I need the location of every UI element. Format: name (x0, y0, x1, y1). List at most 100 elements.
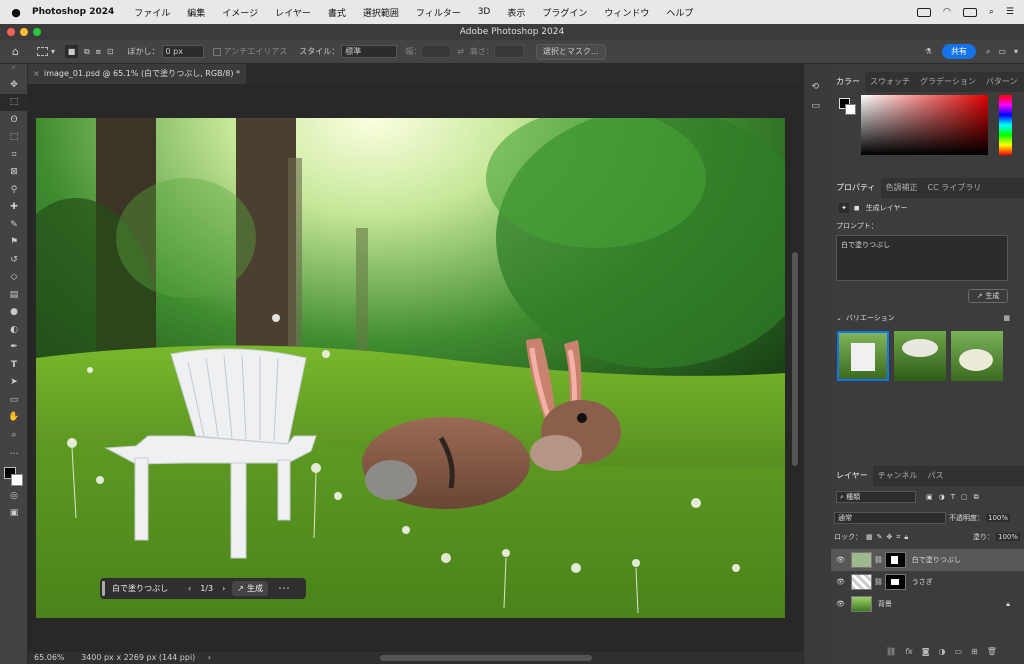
history-icon[interactable]: ⟲ (812, 82, 824, 92)
tab-layers[interactable]: レイヤー (831, 466, 873, 486)
menu-select[interactable]: 選択範囲 (363, 6, 399, 19)
new-group-icon[interactable]: ▭ (954, 647, 962, 656)
minimize-window-button[interactable] (20, 28, 28, 36)
type-tool-icon[interactable]: T (0, 356, 28, 374)
eraser-tool-icon[interactable]: ◇ (0, 269, 28, 287)
lock-position-icon[interactable]: ✥ (887, 533, 893, 541)
layer-row[interactable]: 👁︎ 背景 🔒︎ (831, 593, 1024, 615)
flask-icon[interactable]: ⚗ (925, 47, 932, 56)
filter-adjustment-icon[interactable]: ◑ (939, 493, 945, 501)
gradient-tool-icon[interactable]: ▤ (0, 286, 28, 304)
home-icon[interactable]: ⌂ (12, 45, 19, 58)
prompt-textarea[interactable]: 白で塗りつぶし (836, 235, 1008, 281)
tab-color[interactable]: カラー (831, 72, 865, 92)
horizontal-scrollbar[interactable] (380, 655, 592, 661)
menu-3d[interactable]: 3D (478, 7, 491, 17)
subtract-selection-icon[interactable]: ⧈ (96, 47, 101, 57)
tab-adjustments[interactable]: 色調補正 (881, 178, 923, 198)
layer-row[interactable]: 👁︎ ⛓︎ うさぎ (831, 571, 1024, 593)
fx-icon[interactable]: fx (905, 647, 913, 656)
menu-edit[interactable]: 編集 (187, 6, 205, 19)
filter-pixel-icon[interactable]: ▣ (926, 493, 933, 501)
menu-filter[interactable]: フィルター (416, 6, 461, 19)
visibility-eye-icon[interactable]: 👁︎ (836, 556, 845, 564)
vertical-scrollbar[interactable] (792, 252, 798, 466)
brush-tool-icon[interactable]: ✎ (0, 216, 28, 234)
crop-tool-icon[interactable]: ⌗ (0, 146, 28, 164)
lock-artboard-icon[interactable]: ⌗ (896, 533, 900, 542)
blend-mode-select[interactable]: 通常 (834, 512, 946, 524)
layer-mask-thumbnail[interactable] (884, 574, 906, 590)
battery-icon[interactable] (917, 7, 932, 17)
tab-gradients[interactable]: グラデーション (915, 72, 981, 92)
chevron-down-icon[interactable]: ▾ (51, 47, 55, 56)
healing-brush-tool-icon[interactable]: ✚ (0, 199, 28, 217)
properties-generate-button[interactable]: ↗ 生成 (968, 289, 1008, 303)
keyboard-icon[interactable] (962, 7, 977, 17)
menu-view[interactable]: 表示 (507, 6, 525, 19)
rectangle-tool-icon[interactable]: ▭ (0, 391, 28, 409)
tab-paths[interactable]: パス (923, 466, 949, 486)
tab-patterns[interactable]: パターン (981, 72, 1023, 92)
more-options-button[interactable]: ･･･ (278, 583, 290, 594)
control-center-icon[interactable]: ☰ (1006, 7, 1014, 17)
filter-smart-icon[interactable]: ⧉ (974, 493, 979, 502)
marquee-preset-icon[interactable] (36, 47, 48, 56)
zoom-level[interactable]: 65.06% (34, 653, 65, 662)
opacity-input[interactable]: 100% (986, 514, 1011, 522)
blur-input[interactable]: 0 px (161, 45, 204, 58)
wifi-icon[interactable]: ◠ (943, 7, 951, 17)
select-and-mask-button[interactable]: 選択とマスク... (535, 43, 606, 60)
width-input[interactable] (421, 45, 452, 58)
tab-properties[interactable]: プロパティ (831, 178, 881, 198)
path-selection-tool-icon[interactable]: ➤ (0, 374, 28, 392)
frame-tool-icon[interactable]: ⊠ (0, 164, 28, 182)
menu-type[interactable]: 書式 (328, 6, 346, 19)
menu-help[interactable]: ヘルプ (666, 6, 693, 19)
swap-icon[interactable]: ⇄ (457, 47, 464, 56)
color-swatches[interactable] (0, 461, 27, 487)
move-tool-icon[interactable]: ✥ (0, 76, 28, 94)
eyedropper-tool-icon[interactable]: ⚲ (0, 181, 28, 199)
previous-variation-button[interactable]: ‹ (188, 584, 191, 593)
variation-thumbnail-1[interactable] (837, 331, 889, 381)
tab-channels[interactable]: チャンネル (873, 466, 923, 486)
comments-icon[interactable]: ▭ (812, 101, 824, 111)
pen-tool-icon[interactable]: ✒ (0, 339, 28, 357)
lock-transparency-icon[interactable]: ▦ (866, 533, 873, 541)
background-color-chip[interactable] (845, 104, 856, 115)
variation-thumbnail-3[interactable] (951, 331, 1003, 381)
layer-row[interactable]: 👁︎ ⛓︎ 白で塗りつぶし (831, 549, 1024, 571)
document-info[interactable]: 3400 px x 2269 px (144 ppi) (81, 653, 195, 662)
workspace-icon[interactable]: ▭ (998, 47, 1006, 56)
more-tools-icon[interactable]: … (0, 444, 28, 462)
collapse-icon[interactable]: » (0, 64, 27, 76)
dodge-tool-icon[interactable]: ◐ (0, 321, 28, 339)
hand-tool-icon[interactable]: ✋ (0, 409, 28, 427)
marquee-tool-icon[interactable]: ⬚ (0, 93, 28, 111)
lasso-tool-icon[interactable]: ʘ (0, 111, 28, 129)
style-select[interactable]: 標準 (341, 45, 398, 58)
chevron-down-icon[interactable]: ⌄ (836, 314, 842, 322)
lock-icon[interactable]: 🔒︎ (1006, 600, 1010, 609)
app-menu[interactable]: Photoshop 2024 (32, 7, 114, 17)
new-layer-icon[interactable]: ⊞ (971, 647, 978, 656)
hue-slider[interactable] (999, 95, 1012, 155)
fill-input[interactable]: 100% (995, 533, 1020, 541)
menu-window[interactable]: ウィンドウ (604, 6, 649, 19)
search-icon[interactable]: ⌕ (989, 7, 994, 17)
lock-pixels-icon[interactable]: ✎ (877, 533, 883, 541)
chevron-down-icon[interactable]: ▾ (1014, 47, 1018, 56)
add-mask-icon[interactable]: ◙ (922, 647, 930, 656)
height-input[interactable] (493, 45, 524, 58)
generate-button[interactable]: ↗ 生成 (232, 581, 268, 596)
chevron-right-icon[interactable]: › (208, 653, 211, 662)
grid-view-icon[interactable]: ▦ (1003, 314, 1010, 322)
adjustment-layer-icon[interactable]: ◑ (938, 647, 945, 656)
variation-thumbnail-2[interactable] (894, 331, 946, 381)
background-color-swatch[interactable] (11, 474, 23, 486)
history-brush-tool-icon[interactable]: ↺ (0, 251, 28, 269)
trash-icon[interactable]: 🗑︎ (987, 647, 997, 656)
tab-cc-libraries[interactable]: CC ライブラリ (923, 178, 987, 198)
document-image[interactable] (36, 118, 785, 618)
